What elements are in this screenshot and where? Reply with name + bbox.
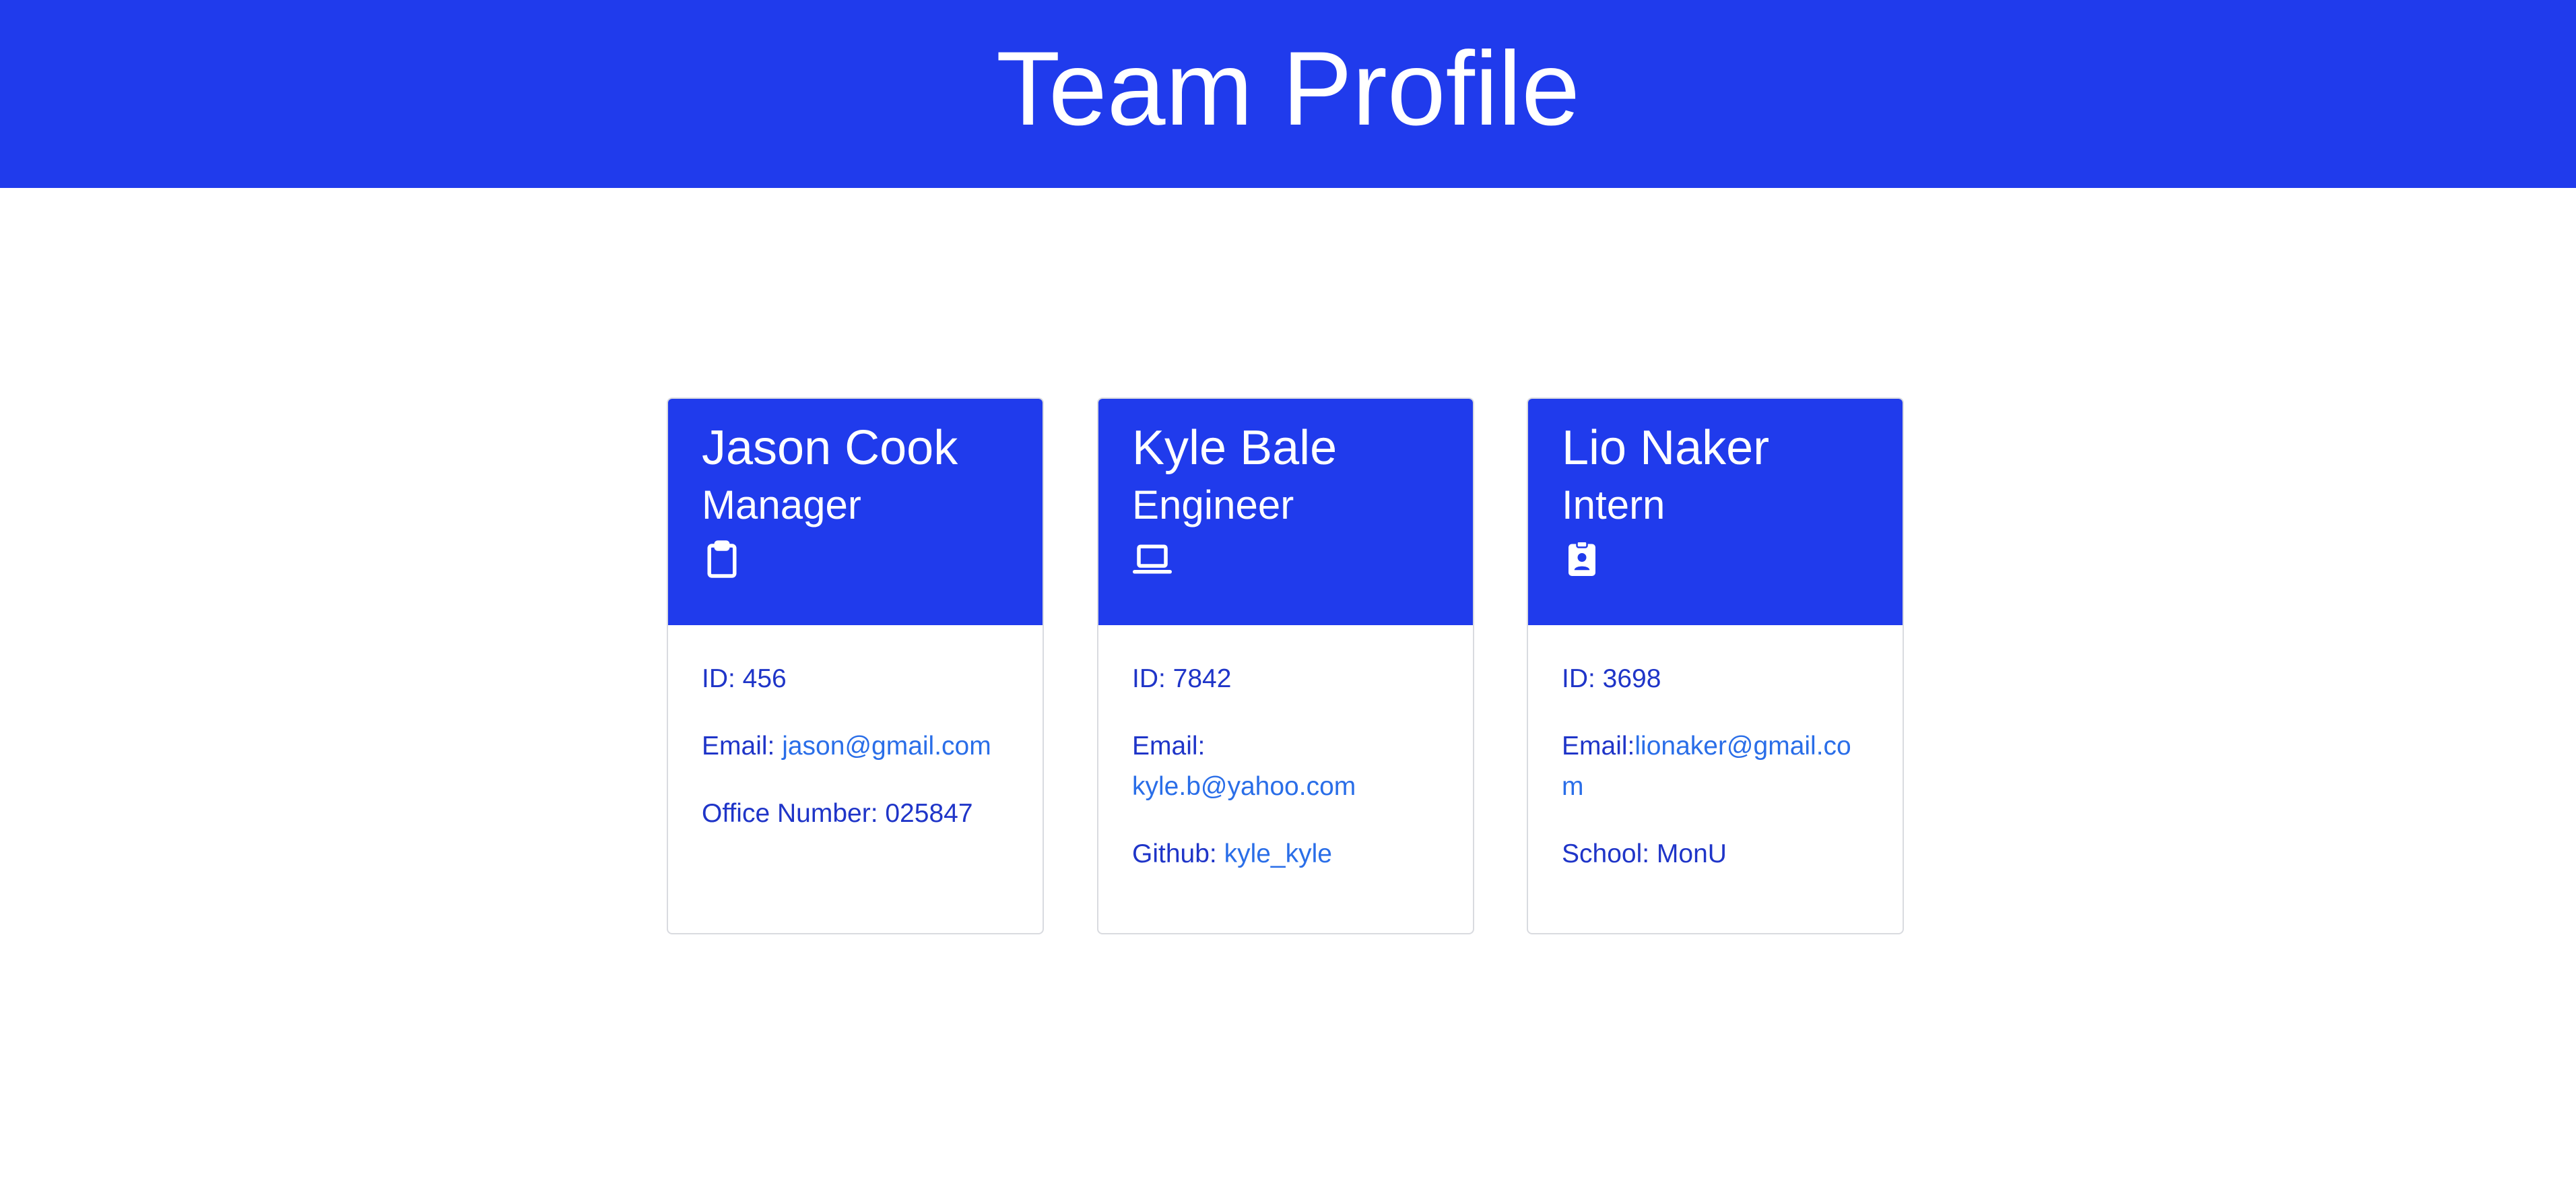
email-label: Email:	[1562, 732, 1635, 761]
card-header: Lio Naker Intern	[1528, 399, 1903, 625]
employee-email-row: Email:lionaker@gmail.com	[1562, 726, 1869, 807]
github-label: Github:	[1132, 839, 1224, 868]
page-title: Team Profile	[996, 30, 1580, 148]
card-body: ID: 3698 Email:lionaker@gmail.com School…	[1528, 625, 1903, 874]
laptop-icon	[1132, 539, 1173, 579]
employee-card-engineer: Kyle Bale Engineer ID: 7842 Email: kyle.…	[1097, 397, 1474, 934]
employee-id: ID: 7842	[1132, 664, 1232, 693]
page-header: Team Profile	[0, 0, 2576, 188]
card-body: ID: 7842 Email: kyle.b@yahoo.com Github:…	[1098, 625, 1473, 874]
email-label: Email:	[702, 732, 783, 761]
employee-email-row: Email: jason@gmail.com	[702, 726, 1009, 767]
card-header: Jason Cook Manager	[668, 399, 1043, 625]
employee-id: ID: 456	[702, 664, 787, 693]
employee-email-row: Email: kyle.b@yahoo.com	[1132, 726, 1439, 807]
github-link[interactable]: kyle_kyle	[1224, 839, 1332, 868]
clipboard-icon	[702, 539, 742, 579]
github-row: Github: kyle_kyle	[1132, 834, 1439, 874]
school-row: School: MonU	[1562, 839, 1727, 868]
email-link[interactable]: jason@gmail.com	[782, 732, 991, 761]
employee-id: ID: 3698	[1562, 664, 1661, 693]
card-header: Kyle Bale Engineer	[1098, 399, 1473, 625]
employee-role: Engineer	[1132, 482, 1294, 528]
card-body: ID: 456 Email: jason@gmail.com Office Nu…	[668, 625, 1043, 834]
employee-role: Intern	[1562, 482, 1665, 528]
employee-card-manager: Jason Cook Manager ID: 456 Email: jason@…	[667, 397, 1044, 934]
id-badge-icon	[1562, 539, 1602, 579]
employee-name: Jason Cook	[702, 421, 958, 475]
employee-name: Kyle Bale	[1132, 421, 1337, 475]
email-label: Email:	[1132, 732, 1206, 761]
employee-name: Lio Naker	[1562, 421, 1770, 475]
employee-card-intern: Lio Naker Intern ID: 3698 Email:lionaker…	[1527, 397, 1904, 934]
office-number: Office Number: 025847	[702, 799, 973, 828]
employee-role: Manager	[702, 482, 861, 528]
email-link[interactable]: kyle.b@yahoo.com	[1132, 772, 1356, 801]
